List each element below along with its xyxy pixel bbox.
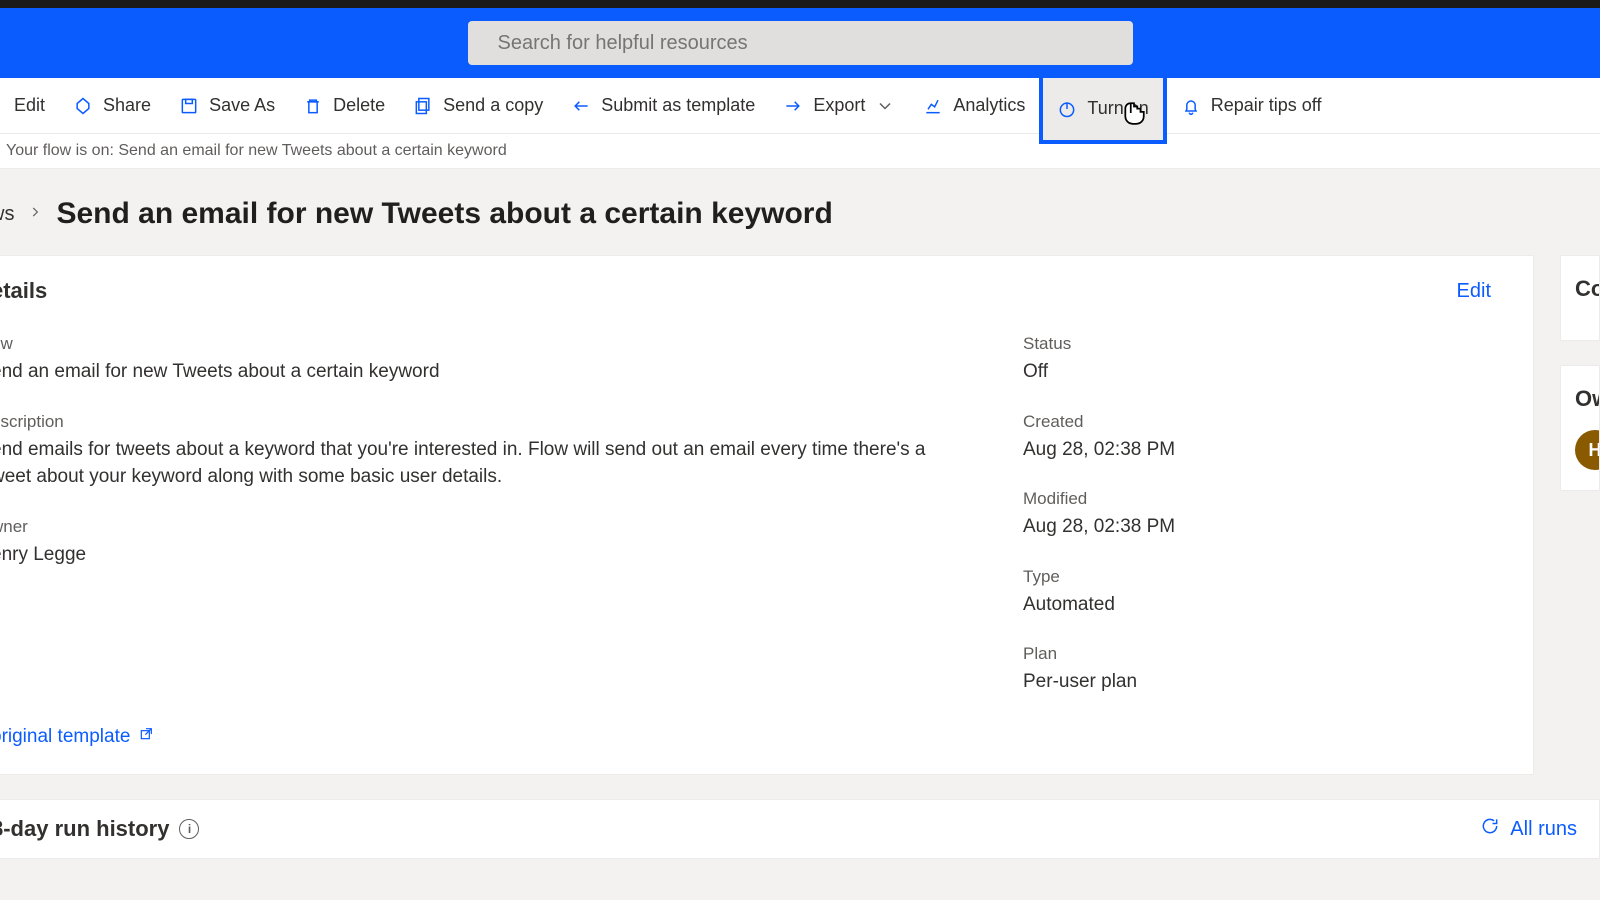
created-label: Created [1023,412,1509,432]
run-history-heading: 8-day run history i [0,816,199,842]
flow-label: ow [0,334,963,354]
modified-value: Aug 28, 02:38 PM [1023,513,1509,541]
bell-icon [1181,96,1201,116]
export-icon [783,96,803,116]
page-title: Send an email for new Tweets about a cer… [56,197,832,231]
owners-card: Ow H [1560,365,1600,491]
share-button[interactable]: Share [59,78,165,133]
run-history-card: 8-day run history i All runs [0,799,1600,859]
template-link-label: original template [0,726,130,748]
owners-heading: Ow [1575,386,1599,412]
chevron-down-icon [875,96,895,116]
command-bar: Edit Share Save As Delete Send a copy Su… [0,78,1600,134]
browser-chrome-strip [0,0,1600,8]
copy-icon [413,96,433,116]
details-card: etails Edit ow end an email for new Twee… [0,255,1534,775]
plan-value: Per-user plan [1023,668,1509,696]
turnon-label: Turn on [1087,98,1148,119]
save-icon [179,96,199,116]
info-icon[interactable]: i [179,819,199,839]
edit-label: Edit [14,95,45,116]
analytics-button[interactable]: Analytics [909,78,1039,133]
type-value: Automated [1023,591,1509,619]
status-label: Status [1023,334,1509,354]
external-link-icon [138,726,154,748]
saveas-label: Save As [209,95,275,116]
created-value: Aug 28, 02:38 PM [1023,436,1509,464]
search-box[interactable] [468,21,1133,65]
delete-label: Delete [333,95,385,116]
all-runs-label: All runs [1510,818,1577,841]
delete-button[interactable]: Delete [289,78,399,133]
connections-heading: Co [1575,276,1599,302]
power-icon [1057,99,1077,119]
submit-template-button[interactable]: Submit as template [557,78,769,133]
search-input[interactable] [498,32,1117,55]
breadcrumb: ws Send an email for new Tweets about a … [0,169,1600,255]
arrow-left-icon [571,96,591,116]
owner-value: enry Legge [0,541,963,569]
turn-on-button[interactable]: Turn on [1039,74,1166,144]
repair-label: Repair tips off [1211,95,1322,116]
refresh-icon [1480,816,1500,842]
flow-value: end an email for new Tweets about a cert… [0,358,963,386]
chart-icon [923,96,943,116]
export-label: Export [813,95,865,116]
breadcrumb-root[interactable]: ws [0,203,14,226]
analytics-label: Analytics [953,95,1025,116]
app-header [0,8,1600,78]
description-label: escription [0,412,963,432]
sendcopy-label: Send a copy [443,95,543,116]
chevron-right-icon [28,205,42,224]
connections-card: Co [1560,255,1600,341]
run-history-label: 8-day run history [0,816,169,842]
edit-button[interactable]: Edit [0,78,59,133]
plan-label: Plan [1023,644,1509,664]
avatar: H [1575,430,1600,470]
saveas-button[interactable]: Save As [165,78,289,133]
type-label: Type [1023,567,1509,587]
all-runs-link[interactable]: All runs [1480,816,1577,842]
owner-label: wner [0,517,963,537]
details-edit-link[interactable]: Edit [1457,280,1509,303]
export-button[interactable]: Export [769,78,909,133]
sendcopy-button[interactable]: Send a copy [399,78,557,133]
status-value: Off [1023,358,1509,386]
details-heading: etails [0,278,47,304]
original-template-link[interactable]: original template [0,726,154,748]
repair-tips-button[interactable]: Repair tips off [1167,78,1336,133]
modified-label: Modified [1023,489,1509,509]
trash-icon [303,96,323,116]
description-value: end emails for tweets about a keyword th… [0,436,963,491]
flow-status-message: Your flow is on: Send an email for new T… [0,134,1600,169]
share-icon [73,96,93,116]
share-label: Share [103,95,151,116]
submittpl-label: Submit as template [601,95,755,116]
